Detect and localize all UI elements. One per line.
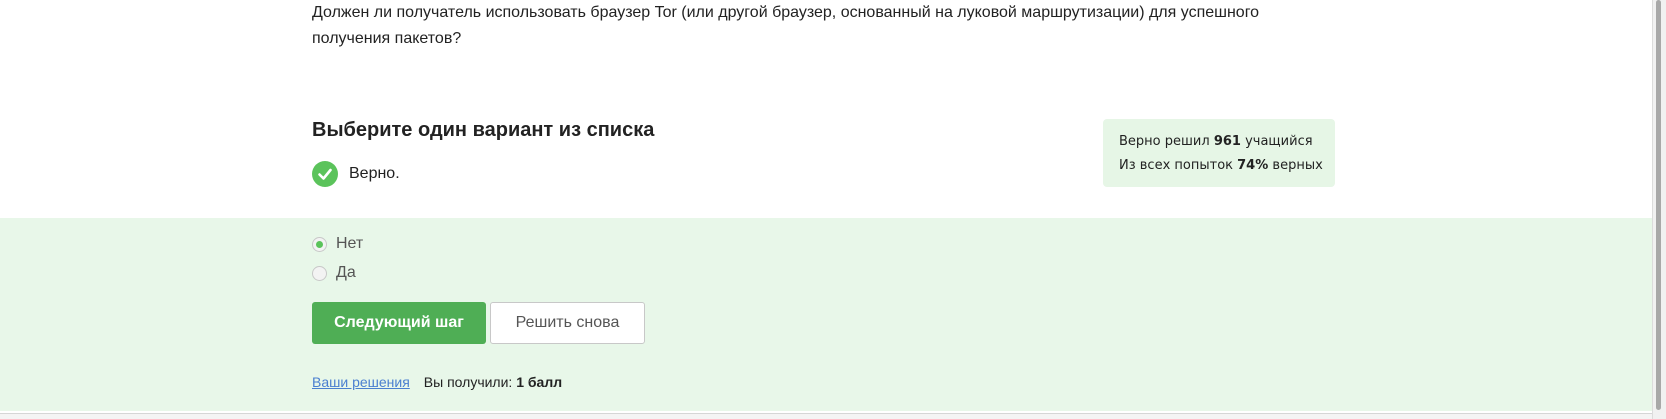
score-prefix: Вы получили: bbox=[423, 374, 513, 390]
task-heading: Выберите один вариант из списка bbox=[312, 119, 655, 141]
solved-suffix: учащийся bbox=[1245, 134, 1313, 149]
radio-selected[interactable] bbox=[312, 236, 327, 252]
answer-band bbox=[0, 218, 1652, 411]
footer-row: Ваши решения Вы получили: 1 балл bbox=[312, 374, 562, 390]
solved-count: 961 bbox=[1213, 134, 1241, 149]
score-text: Вы получили: 1 балл bbox=[424, 374, 562, 390]
check-circle-icon bbox=[312, 161, 338, 187]
option-label: Да bbox=[336, 264, 356, 281]
option-da[interactable]: Да bbox=[312, 264, 356, 282]
solved-stat: Верно решил 961 учащийся bbox=[1119, 130, 1319, 154]
stats-panel: Верно решил 961 учащийся Из всех попыток… bbox=[1103, 119, 1335, 187]
verdict-text: Верно. bbox=[349, 165, 400, 182]
attempts-prefix: Из всех попыток bbox=[1119, 158, 1233, 173]
attempts-stat: Из всех попыток 74% верных bbox=[1119, 154, 1323, 178]
score-value: 1 балл bbox=[516, 374, 563, 390]
verdict-row: Верно. bbox=[312, 161, 400, 187]
page-bottom-divider bbox=[0, 413, 1652, 419]
scrollbar-thumb[interactable] bbox=[1656, 0, 1661, 410]
radio-unselected[interactable] bbox=[312, 265, 327, 281]
question-text: Должен ли получатель использовать браузе… bbox=[312, 4, 1260, 47]
solved-prefix: Верно решил bbox=[1119, 134, 1210, 149]
your-solutions-link[interactable]: Ваши решения bbox=[312, 374, 410, 390]
retry-button[interactable]: Решить снова bbox=[490, 302, 645, 344]
attempts-suffix: верных bbox=[1272, 158, 1323, 173]
next-step-button[interactable]: Следующий шаг bbox=[312, 302, 486, 344]
option-net[interactable]: Нет bbox=[312, 235, 363, 253]
option-label: Нет bbox=[336, 235, 364, 252]
attempts-percent: 74% bbox=[1237, 158, 1269, 173]
